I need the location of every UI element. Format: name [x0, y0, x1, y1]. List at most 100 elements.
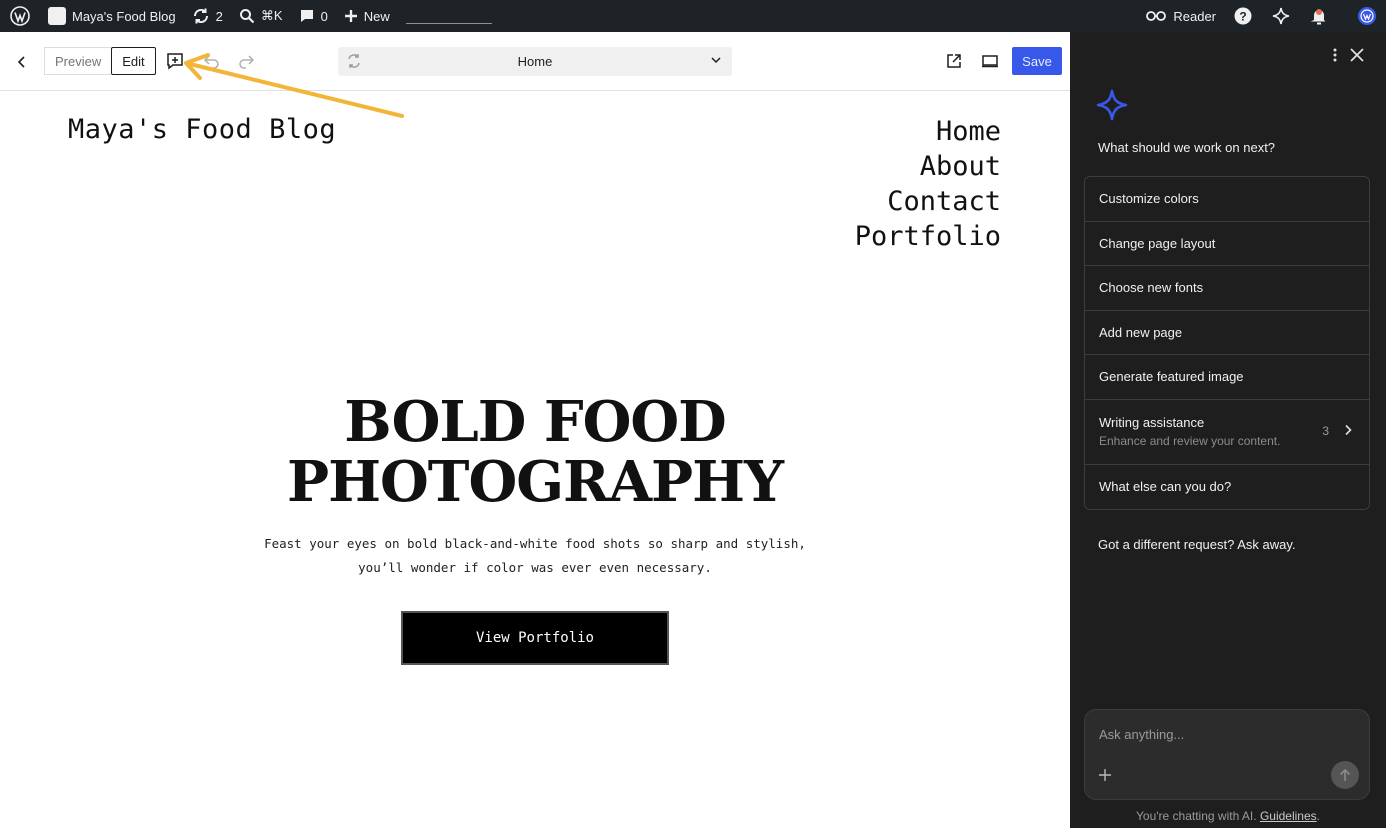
reader-icon [1146, 11, 1167, 21]
hero-heading-line-1: BOLD FOOD [344, 389, 726, 455]
document-title-bar[interactable]: Home [338, 47, 732, 76]
help-icon: ? [1234, 7, 1252, 25]
nav-item-home[interactable]: Home [855, 114, 1001, 149]
site-editor: Preview Edit Home Save Maya's Food Blog … [0, 32, 1070, 828]
wordpress-logo-button[interactable] [0, 0, 40, 32]
notification-dot [1316, 9, 1322, 15]
new-label: New [363, 8, 390, 24]
redo-button[interactable] [235, 49, 259, 73]
help-button[interactable]: ? [1224, 0, 1262, 32]
admin-bar: Maya's Food Blog 2 ⌘K 0 New Reader ? [0, 0, 1386, 32]
view-portfolio-button[interactable]: View Portfolio [401, 611, 669, 665]
chat-input[interactable] [1099, 727, 1349, 742]
suggestion-label: Writing assistance [1099, 415, 1205, 430]
redo-icon [239, 55, 255, 69]
add-block-icon [167, 53, 183, 70]
ai-disclaimer: You're chatting with AI. Guidelines. [1070, 809, 1386, 823]
suggestion-label: Change page layout [1099, 235, 1216, 251]
site-title[interactable]: Maya's Food Blog [68, 114, 336, 145]
comments-link[interactable]: 0 [291, 0, 336, 32]
disclaimer-text: You're chatting with AI. [1136, 809, 1257, 823]
suggestion-subtitle: Enhance and review your content. [1099, 434, 1281, 448]
view-site-button[interactable] [942, 49, 966, 73]
hero-description[interactable]: Feast your eyes on bold black-and-white … [235, 532, 835, 580]
new-content-link[interactable]: New [336, 0, 398, 32]
search-shortcut: ⌘K [260, 8, 283, 23]
sparkle-icon [1096, 89, 1128, 121]
send-button[interactable] [1331, 761, 1359, 789]
suggestion-generate-featured-image[interactable]: Generate featured image [1085, 355, 1369, 400]
notifications-button[interactable] [1300, 0, 1338, 32]
updates-count: 2 [215, 8, 223, 24]
suggestion-customize-colors[interactable]: Customize colors [1085, 177, 1369, 222]
plus-icon [344, 10, 357, 22]
site-name-label: Maya's Food Blog [72, 8, 176, 24]
external-link-icon [947, 54, 961, 68]
editor-canvas[interactable]: Maya's Food Blog Home About Contact Port… [0, 92, 1070, 828]
updates-link[interactable]: 2 [184, 0, 231, 32]
assistant-question: What should we work on next? [1098, 140, 1276, 155]
desktop-view-icon [982, 55, 998, 68]
suggestion-label: Customize colors [1099, 191, 1199, 207]
disclaimer-suffix: . [1316, 809, 1320, 823]
suggestion-what-else[interactable]: What else can you do? [1085, 465, 1369, 510]
guidelines-link[interactable]: Guidelines [1260, 809, 1317, 823]
comment-icon [300, 10, 313, 22]
site-name-link[interactable]: Maya's Food Blog [40, 0, 184, 32]
reader-link[interactable]: Reader [1137, 0, 1224, 32]
hero-heading[interactable]: BOLD FOOD PHOTOGRAPHY [0, 392, 1070, 512]
different-request-text: Got a different request? Ask away. [1098, 537, 1296, 552]
sync-icon [348, 54, 360, 68]
undo-icon [203, 55, 219, 69]
preview-button[interactable]: Preview [44, 47, 112, 75]
wordpress-logo-icon [10, 6, 30, 26]
ai-assistant-button[interactable] [1262, 0, 1300, 32]
updates-icon [193, 8, 208, 24]
chevron-down-icon [711, 57, 721, 64]
add-block-button[interactable] [163, 49, 187, 73]
back-button[interactable] [10, 50, 34, 74]
nav-item-portfolio[interactable]: Portfolio [855, 219, 1001, 254]
suggestion-label: Add new page [1099, 324, 1183, 340]
suggestion-choose-new-fonts[interactable]: Choose new fonts [1085, 266, 1369, 311]
send-arrow-icon [1339, 768, 1351, 781]
navigation-menu: Home About Contact Portfolio [855, 114, 1001, 254]
suggestion-count: 3 [1322, 423, 1329, 438]
nav-item-contact[interactable]: Contact [855, 184, 1001, 219]
attach-button[interactable] [1099, 765, 1111, 786]
chevron-right-icon [1345, 424, 1352, 435]
sparkle-icon [1272, 7, 1290, 25]
document-title: Home [517, 54, 553, 69]
suggestion-writing-assistance[interactable]: Writing assistance Enhance and review yo… [1085, 400, 1369, 465]
svg-text:?: ? [1239, 10, 1246, 24]
back-arrow-icon [17, 56, 25, 68]
suggestion-label: Generate featured image [1099, 369, 1244, 385]
close-icon[interactable] [1348, 46, 1366, 64]
adminbar-divider [405, 22, 492, 24]
reader-label: Reader [1173, 8, 1216, 24]
hero-heading-line-2: PHOTOGRAPHY [286, 449, 784, 515]
suggestion-label: Choose new fonts [1099, 280, 1204, 296]
editor-toolbar: Preview Edit Home Save [0, 32, 1070, 91]
nav-item-about[interactable]: About [855, 149, 1001, 184]
suggestion-label: What else can you do? [1099, 479, 1232, 495]
preview-edit-toggle: Preview Edit [44, 47, 156, 75]
suggestion-add-new-page[interactable]: Add new page [1085, 311, 1369, 355]
hero-description-line-1: Feast your eyes on bold black-and-white … [264, 536, 806, 551]
more-vertical-icon[interactable] [1332, 47, 1338, 63]
hero-description-line-2: you’ll wonder if color was ever even nec… [358, 560, 712, 575]
undo-button[interactable] [199, 49, 223, 73]
suggestion-change-page-layout[interactable]: Change page layout [1085, 222, 1369, 266]
save-button[interactable]: Save [1012, 47, 1062, 75]
account-button[interactable] [1338, 0, 1386, 32]
chat-composer [1084, 709, 1370, 800]
edit-button[interactable]: Edit [111, 47, 156, 75]
avatar-icon [1358, 7, 1376, 25]
suggestion-list: Customize colors Change page layout Choo… [1084, 176, 1370, 510]
device-preview-button[interactable] [978, 49, 1002, 73]
panel-actions [1332, 46, 1366, 64]
search-icon [239, 9, 255, 24]
comments-count: 0 [320, 8, 328, 24]
ai-assistant-panel: What should we work on next? Customize c… [1070, 32, 1386, 828]
command-search-link[interactable]: ⌘K [231, 0, 291, 32]
